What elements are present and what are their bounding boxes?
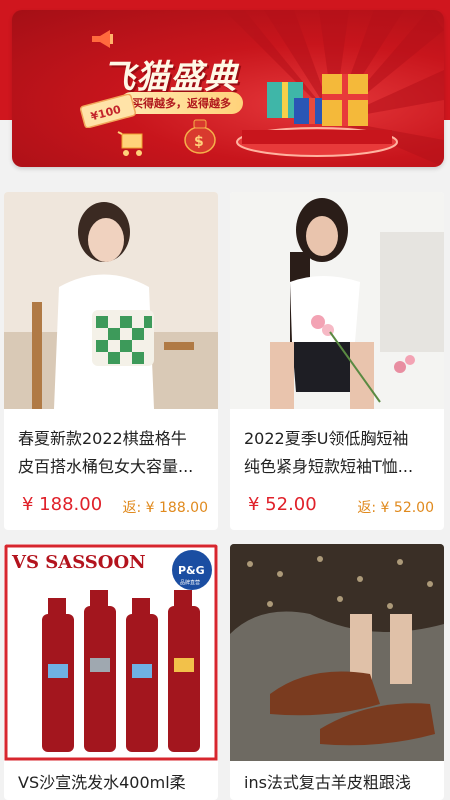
promo-banner[interactable]: 飞猫盛典 买得越多，返得越多 ¥100 $ xyxy=(12,10,444,167)
product-image[interactable] xyxy=(4,192,218,409)
product-card[interactable]: VS SASSOON P&G 品牌直营 VS沙宣洗发水400ml柔 xyxy=(4,544,218,800)
product-card[interactable]: ins法式复古羊皮粗跟浅 xyxy=(230,544,444,800)
product-image[interactable]: VS SASSOON P&G 品牌直营 xyxy=(4,544,218,761)
product-image[interactable] xyxy=(230,544,444,761)
product-card[interactable]: 2022夏季U领低胸短袖 纯色紧身短款短袖T恤... ¥ 52.00 返: ¥ … xyxy=(230,192,444,530)
product-price: ¥ 52.00 xyxy=(248,494,317,515)
gift-boxes-stage xyxy=(232,70,432,164)
product-price: ¥ 188.00 xyxy=(22,494,103,515)
money-bag-icon: $ xyxy=(180,114,220,158)
product-card[interactable]: 春夏新款2022棋盘格牛 皮百搭水桶包女大容量... ¥ 188.00 返: ¥… xyxy=(4,192,218,530)
shopping-cart-icon xyxy=(116,130,148,162)
product-rebate: 返: ¥ 188.00 xyxy=(122,500,208,516)
banner-title: 飞猫盛典 xyxy=(102,57,238,96)
banner-subtitle: 买得越多，返得越多 xyxy=(120,92,243,114)
pg-badge: P&G xyxy=(178,564,205,577)
svg-text:品牌直营: 品牌直营 xyxy=(180,579,200,586)
brand-logo: VS SASSOON xyxy=(11,552,146,573)
product-rebate: 返: ¥ 52.00 xyxy=(357,500,434,516)
product-title[interactable]: ins法式复古羊皮粗跟浅 xyxy=(244,769,432,793)
svg-text:$: $ xyxy=(194,134,204,150)
coupon-icon: ¥100 xyxy=(78,93,138,132)
product-image[interactable] xyxy=(230,192,444,409)
product-title[interactable]: 2022夏季U领低胸短袖 纯色紧身短款短袖T恤... xyxy=(244,425,432,481)
product-title[interactable]: 春夏新款2022棋盘格牛 皮百搭水桶包女大容量... xyxy=(18,425,206,481)
product-title[interactable]: VS沙宣洗发水400ml柔 xyxy=(18,769,206,793)
